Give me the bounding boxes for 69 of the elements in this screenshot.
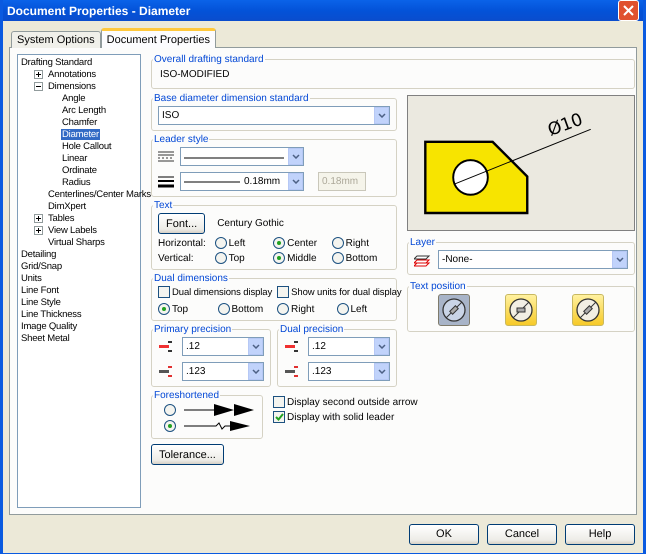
group-title: Primary precision: [153, 324, 232, 335]
field-label: Horizontal:: [158, 238, 207, 248]
precision-dropdown[interactable]: .123: [182, 362, 264, 381]
tree-item[interactable]: Line Thickness: [20, 308, 82, 320]
tree-item[interactable]: Grid/Snap: [20, 260, 63, 272]
window-title: Document Properties - Diameter: [7, 4, 190, 18]
dialog-button[interactable]: OK: [409, 524, 479, 544]
precision-dropdown[interactable]: .12: [182, 337, 264, 356]
dimension-text: Ø10: [545, 110, 586, 141]
group-title: Dual precision: [279, 324, 344, 335]
radio-label: Right: [291, 304, 314, 314]
precision-dropdown[interactable]: .12: [308, 337, 390, 356]
tree-item[interactable]: Virtual Sharps: [47, 236, 106, 248]
group-title: Layer: [409, 237, 436, 248]
radio-label: Right: [346, 238, 369, 248]
tree-item[interactable]: Diameter: [61, 128, 100, 140]
checkbox-label: Display with solid leader: [287, 412, 394, 422]
tree-item[interactable]: Line Font: [20, 284, 60, 296]
tree-item[interactable]: DimXpert: [47, 200, 87, 212]
layer-dropdown[interactable]: -None-: [438, 250, 628, 269]
font-button[interactable]: Font...: [158, 213, 206, 234]
line-weight-value: 0.18mm: [244, 176, 280, 187]
radio-label: Left: [228, 238, 246, 248]
group-title: Leader style: [153, 134, 210, 145]
radio-label: Bottom: [346, 252, 378, 264]
tab[interactable]: System Options: [11, 31, 101, 48]
tree-item[interactable]: Detailing: [20, 248, 58, 260]
standard-value: ISO-MODIFIED: [159, 68, 230, 82]
font-name: Century Gothic: [217, 218, 284, 229]
tree-item[interactable]: Dimensions: [47, 80, 97, 92]
tolerance-button[interactable]: Tolerance...: [151, 444, 224, 465]
group-title: Dual dimensions: [153, 273, 229, 284]
checkbox-label: Display second outside arrow: [287, 396, 418, 408]
tree-item[interactable]: Image Quality: [20, 320, 78, 332]
tab[interactable]: Document Properties: [100, 28, 216, 48]
tree-item[interactable]: Arc Length: [61, 104, 107, 116]
precision-dropdown[interactable]: .123: [308, 362, 390, 381]
radio-label: Top: [228, 252, 245, 264]
dialog-button[interactable]: Help: [565, 524, 635, 544]
radio-label: Top: [172, 304, 188, 314]
radio-label: Middle: [287, 252, 317, 264]
tree-item[interactable]: Hole Callout: [61, 140, 112, 152]
dialog-button[interactable]: Cancel: [487, 524, 557, 544]
group-title: Overall drafting standard: [153, 54, 265, 65]
tree-item[interactable]: Angle: [61, 92, 86, 104]
radio-label: Center: [287, 238, 318, 248]
tree-item[interactable]: Linear: [61, 152, 88, 164]
checkbox-label: Dual dimensions display: [172, 286, 272, 298]
tree-item[interactable]: Annotations: [47, 68, 97, 80]
group-title: Base diameter dimension standard: [153, 93, 310, 104]
radio-label: Bottom: [232, 304, 264, 314]
group-title: Foreshortened: [153, 390, 220, 401]
field-label: Vertical:: [158, 252, 195, 264]
tree-item[interactable]: Tables: [47, 212, 76, 224]
tree-item[interactable]: Units: [20, 272, 43, 284]
tree-item[interactable]: Drafting Standard: [20, 56, 94, 68]
tree-item[interactable]: Line Style: [20, 296, 62, 308]
tree-item[interactable]: Sheet Metal: [20, 332, 70, 344]
tree-item[interactable]: View Labels: [47, 224, 98, 236]
tree-item[interactable]: Radius: [61, 176, 92, 188]
group-title: Text position: [409, 281, 467, 292]
radio-label: Left: [350, 304, 368, 314]
tree-item[interactable]: Chamfer: [61, 116, 98, 128]
group-title: Text: [153, 200, 174, 211]
line-weight-dropdown[interactable]: 0.18mm: [180, 172, 304, 191]
tree-item[interactable]: Ordinate: [61, 164, 98, 176]
tree-item[interactable]: Centerlines/Center Marks: [47, 188, 152, 200]
standard-dropdown[interactable]: ISO: [158, 106, 390, 125]
checkbox-label: Show units for dual display: [291, 286, 402, 298]
